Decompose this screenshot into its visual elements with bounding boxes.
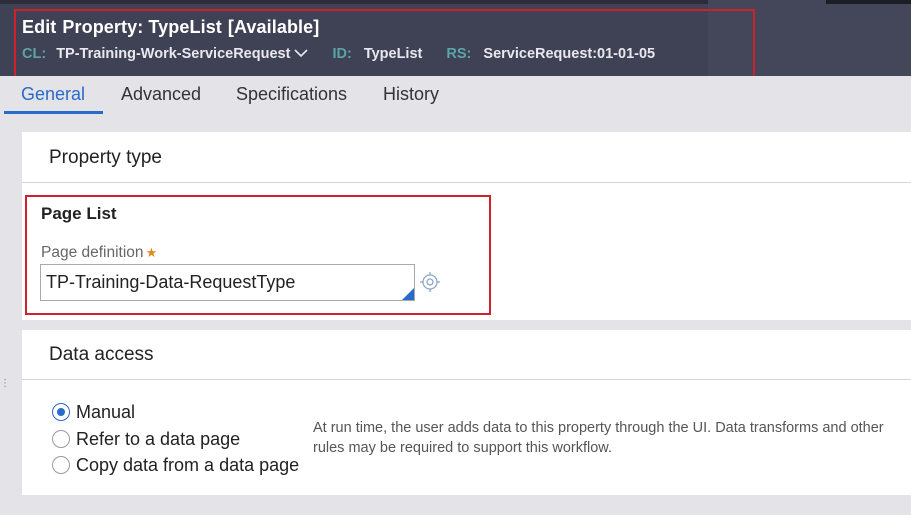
- ruleset-label: RS:: [446, 46, 472, 62]
- radio-copy-data-page[interactable]: Copy data from a data page: [52, 455, 299, 476]
- panel-divider: [22, 379, 911, 380]
- tab-advanced[interactable]: Advanced: [121, 84, 201, 105]
- chevron-down-icon[interactable]: [294, 46, 308, 62]
- page-definition-value: TP-Training-Data-RequestType: [46, 272, 296, 292]
- title-rule: Property: TypeList: [62, 17, 222, 37]
- data-access-title: Data access: [49, 344, 154, 365]
- data-access-help-text: At run time, the user adds data to this …: [313, 420, 884, 456]
- property-type-title: Property type: [49, 147, 162, 168]
- property-type-panel: Property type Page List Page definition ★…: [22, 132, 911, 320]
- radio-manual[interactable]: Manual: [52, 402, 135, 423]
- tab-specifications[interactable]: Specifications: [236, 84, 347, 105]
- radio-copy-label: Copy data from a data page: [76, 455, 300, 475]
- radio-refer-data-page[interactable]: Refer to a data page: [52, 429, 240, 450]
- page-definition-label-text: Page definition: [41, 244, 144, 261]
- header-right-pane: [708, 0, 911, 76]
- radio-button[interactable]: [52, 430, 70, 448]
- rule-header: Edit Property: TypeList [Available] CL: TP…: [0, 0, 911, 76]
- tab-general[interactable]: General: [21, 84, 85, 105]
- tab-bar: General Advanced Specifications History: [0, 76, 911, 116]
- page-definition-label: Page definition ★: [41, 244, 157, 262]
- radio-button[interactable]: [52, 456, 70, 474]
- title-prefix: Edit: [22, 17, 57, 37]
- data-access-panel: Data access Manual Refer to a data page …: [22, 330, 911, 495]
- required-star-icon: ★: [145, 245, 158, 260]
- class-value[interactable]: TP-Training-Work-ServiceRequest: [56, 46, 290, 62]
- panel-divider: [22, 182, 911, 183]
- id-label: ID:: [332, 46, 352, 62]
- tab-history[interactable]: History: [383, 84, 439, 105]
- page-list-label: Page List: [41, 204, 117, 223]
- class-label: CL:: [22, 46, 47, 62]
- crosshair-target-icon[interactable]: [419, 271, 441, 298]
- ruleset-value[interactable]: ServiceRequest:01-01-05: [483, 46, 655, 62]
- id-value: TypeList: [363, 46, 423, 62]
- resize-grip[interactable]: ⋮: [0, 378, 10, 389]
- rule-title: Edit Property: TypeList [Available]: [22, 17, 319, 38]
- radio-refer-label: Refer to a data page: [76, 429, 241, 449]
- header-corner-block: [826, 0, 911, 4]
- autocomplete-corner-icon: [402, 288, 414, 300]
- rule-meta: CL: TP-Training-Work-ServiceRequest ID: …: [22, 46, 655, 62]
- title-status: [Available]: [227, 17, 320, 37]
- radio-button-checked[interactable]: [52, 403, 70, 421]
- active-tab-indicator: [4, 111, 103, 114]
- radio-manual-label: Manual: [76, 402, 136, 422]
- page-definition-input[interactable]: TP-Training-Data-RequestType: [40, 264, 415, 301]
